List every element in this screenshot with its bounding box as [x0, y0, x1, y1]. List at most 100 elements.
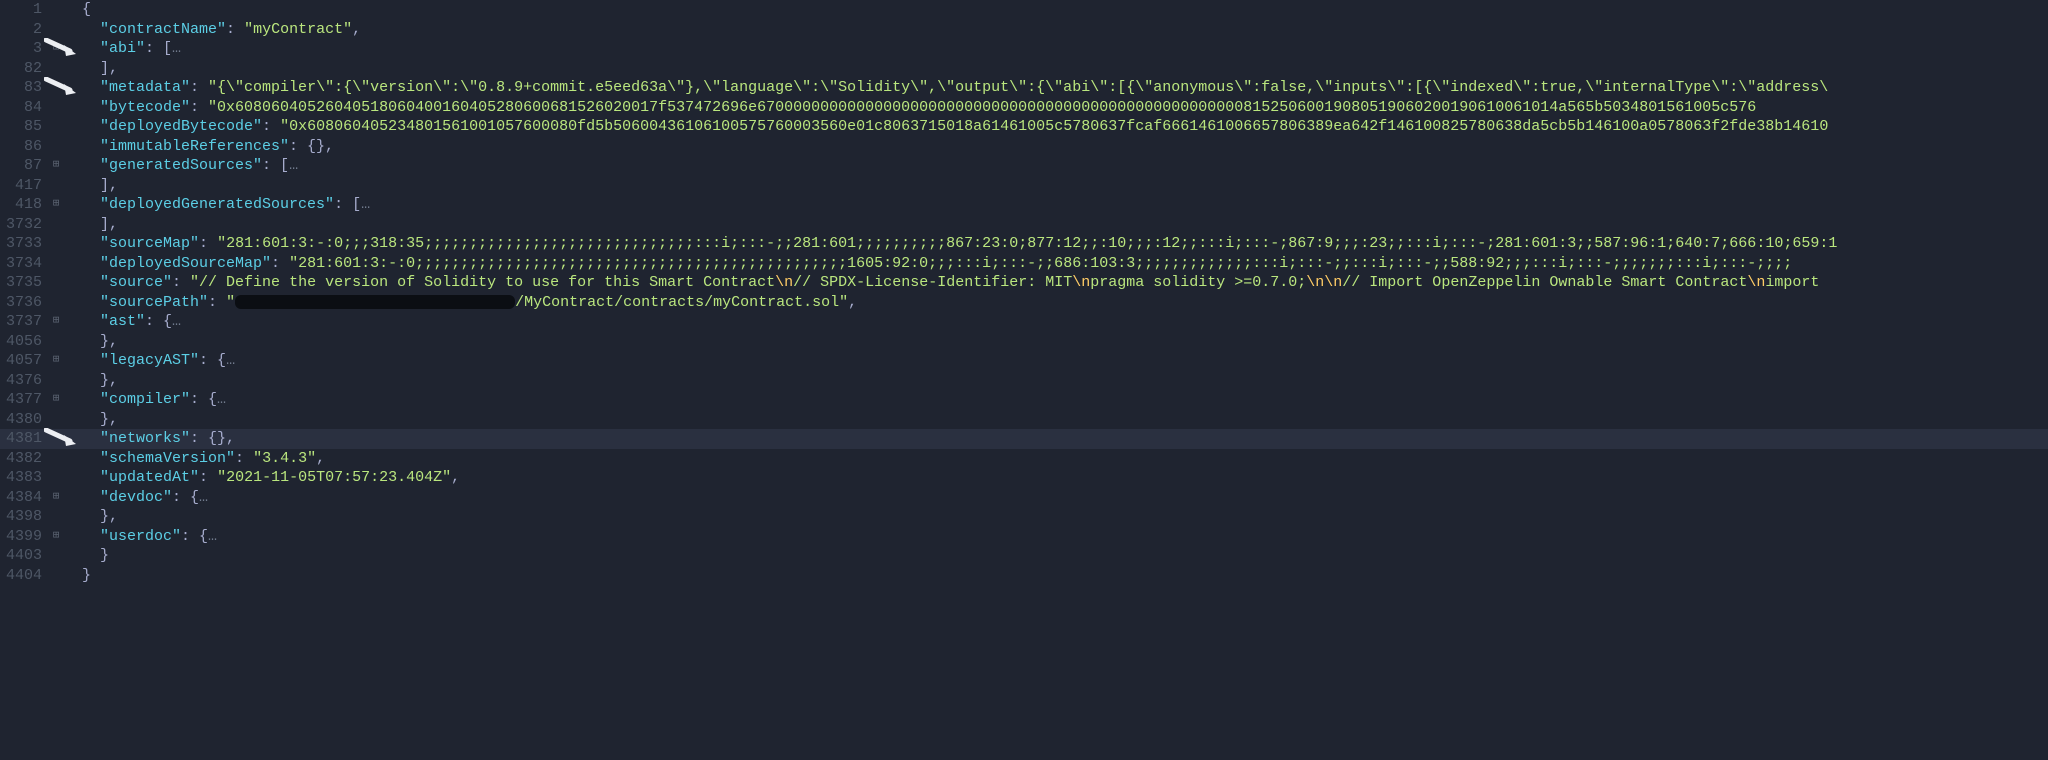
code-content[interactable]: "abi": [… [64, 39, 2048, 59]
code-content[interactable]: "devdoc": {… [64, 488, 2048, 508]
code-content[interactable]: { [64, 0, 2048, 20]
code-content[interactable]: }, [64, 507, 2048, 527]
code-line[interactable]: 3736 "sourcePath": "/MyContract/contract… [0, 293, 2048, 313]
token-key: "updatedAt" [100, 469, 199, 486]
token-key: "abi" [100, 40, 145, 57]
code-content[interactable]: }, [64, 332, 2048, 352]
line-number: 4382 [0, 449, 48, 469]
code-content[interactable]: ], [64, 215, 2048, 235]
code-content[interactable]: } [64, 546, 2048, 566]
code-line[interactable]: 4398 }, [0, 507, 2048, 527]
code-line[interactable]: 3732 ], [0, 215, 2048, 235]
line-number: 4380 [0, 410, 48, 430]
code-content[interactable]: ], [64, 176, 2048, 196]
fold-toggle-icon[interactable]: ⊞ [48, 39, 64, 55]
code-content[interactable]: "sourcePath": "/MyContract/contracts/myC… [64, 293, 2048, 313]
fold-toggle-icon[interactable]: ⊞ [48, 312, 64, 328]
token-key: "metadata" [100, 79, 190, 96]
code-line[interactable]: 4384⊞ "devdoc": {… [0, 488, 2048, 508]
code-content[interactable]: "immutableReferences": {}, [64, 137, 2048, 157]
code-content[interactable]: "source": "// Define the version of Soli… [64, 273, 2048, 293]
code-line[interactable]: 86 "immutableReferences": {}, [0, 137, 2048, 157]
code-content[interactable]: "schemaVersion": "3.4.3", [64, 449, 2048, 469]
code-content[interactable]: }, [64, 410, 2048, 430]
code-line[interactable]: 4380 }, [0, 410, 2048, 430]
token-punc: : {}, [190, 430, 235, 447]
code-content[interactable]: "contractName": "myContract", [64, 20, 2048, 40]
code-line[interactable]: 82 ], [0, 59, 2048, 79]
code-line[interactable]: 3737⊞ "ast": {… [0, 312, 2048, 332]
code-line[interactable]: 1 { [0, 0, 2048, 20]
code-content[interactable]: "compiler": {… [64, 390, 2048, 410]
code-line[interactable]: 418⊞ "deployedGeneratedSources": [… [0, 195, 2048, 215]
token-key: "userdoc" [100, 528, 181, 545]
code-line[interactable]: 83 "metadata": "{\"compiler\":{\"version… [0, 78, 2048, 98]
code-line[interactable]: 417 ], [0, 176, 2048, 196]
fold-toggle-icon[interactable]: ⊞ [48, 527, 64, 543]
code-content[interactable]: "sourceMap": "281:601:3:-:0;;;318:35;;;;… [64, 234, 2048, 254]
token-punc: ], [100, 177, 118, 194]
code-content[interactable]: ], [64, 59, 2048, 79]
token-key: "networks" [100, 430, 190, 447]
fold-toggle-icon[interactable]: ⊞ [48, 351, 64, 367]
fold-toggle-icon [48, 371, 64, 373]
code-line[interactable]: 87⊞ "generatedSources": [… [0, 156, 2048, 176]
code-line[interactable]: 3⊞ "abi": [… [0, 39, 2048, 59]
code-line[interactable]: 3735 "source": "// Define the version of… [0, 273, 2048, 293]
fold-toggle-icon [48, 566, 64, 568]
token-punc: : { [181, 528, 208, 545]
code-content[interactable]: }, [64, 371, 2048, 391]
code-line[interactable]: 2 "contractName": "myContract", [0, 20, 2048, 40]
code-content[interactable]: "networks": {}, [64, 429, 2048, 449]
code-content[interactable]: "legacyAST": {… [64, 351, 2048, 371]
code-content[interactable]: "userdoc": {… [64, 527, 2048, 547]
line-number: 83 [0, 78, 48, 98]
token-key: "compiler" [100, 391, 190, 408]
code-content[interactable]: "generatedSources": [… [64, 156, 2048, 176]
token-key: "deployedGeneratedSources" [100, 196, 334, 213]
code-content[interactable]: "updatedAt": "2021-11-05T07:57:23.404Z", [64, 468, 2048, 488]
fold-toggle-icon [48, 117, 64, 119]
code-line[interactable]: 4404 } [0, 566, 2048, 586]
fold-toggle-icon[interactable]: ⊞ [48, 156, 64, 172]
code-line[interactable]: 4383 "updatedAt": "2021-11-05T07:57:23.4… [0, 468, 2048, 488]
fold-toggle-icon [48, 20, 64, 22]
code-content[interactable]: "deployedGeneratedSources": [… [64, 195, 2048, 215]
code-line[interactable]: 4057⊞ "legacyAST": {… [0, 351, 2048, 371]
code-content[interactable]: } [64, 566, 2048, 586]
token-punc: }, [100, 411, 118, 428]
code-editor[interactable]: 1 {2 "contractName": "myContract",3⊞ "ab… [0, 0, 2048, 585]
token-punc: { [82, 1, 91, 18]
token-key: "ast" [100, 313, 145, 330]
token-punc: : [190, 99, 208, 116]
code-content[interactable]: "deployedBytecode": "0x60806040523480156… [64, 117, 2048, 137]
code-line[interactable]: 3734 "deployedSourceMap": "281:601:3:-:0… [0, 254, 2048, 274]
code-content[interactable]: "bytecode": "0x6080604052604051806040016… [64, 98, 2048, 118]
code-line[interactable]: 84 "bytecode": "0x6080604052604051806040… [0, 98, 2048, 118]
fold-toggle-icon[interactable]: ⊞ [48, 195, 64, 211]
code-line[interactable]: 4056 }, [0, 332, 2048, 352]
token-ellip: … [217, 391, 226, 408]
code-line[interactable]: 4399⊞ "userdoc": {… [0, 527, 2048, 547]
fold-toggle-icon[interactable]: ⊞ [48, 390, 64, 406]
token-esc: \n [1072, 274, 1090, 291]
token-punc: } [82, 567, 91, 584]
fold-toggle-icon [48, 449, 64, 451]
token-str: "{\"compiler\":{\"version\":\"0.8.9+comm… [208, 79, 1828, 96]
fold-toggle-icon [48, 98, 64, 100]
line-number: 85 [0, 117, 48, 137]
code-content[interactable]: "metadata": "{\"compiler\":{\"version\":… [64, 78, 2048, 98]
code-content[interactable]: "ast": {… [64, 312, 2048, 332]
token-punc: : [199, 469, 217, 486]
code-line[interactable]: 3733 "sourceMap": "281:601:3:-:0;;;318:3… [0, 234, 2048, 254]
token-ellip: … [289, 157, 298, 174]
code-content[interactable]: "deployedSourceMap": "281:601:3:-:0;;;;;… [64, 254, 2048, 274]
code-line[interactable]: 4382 "schemaVersion": "3.4.3", [0, 449, 2048, 469]
token-punc: : [ [262, 157, 289, 174]
code-line[interactable]: 4377⊞ "compiler": {… [0, 390, 2048, 410]
code-line[interactable]: 4376 }, [0, 371, 2048, 391]
code-line[interactable]: 85 "deployedBytecode": "0x60806040523480… [0, 117, 2048, 137]
code-line[interactable]: 4403 } [0, 546, 2048, 566]
fold-toggle-icon[interactable]: ⊞ [48, 488, 64, 504]
code-line[interactable]: 4381 "networks": {}, [0, 429, 2048, 449]
